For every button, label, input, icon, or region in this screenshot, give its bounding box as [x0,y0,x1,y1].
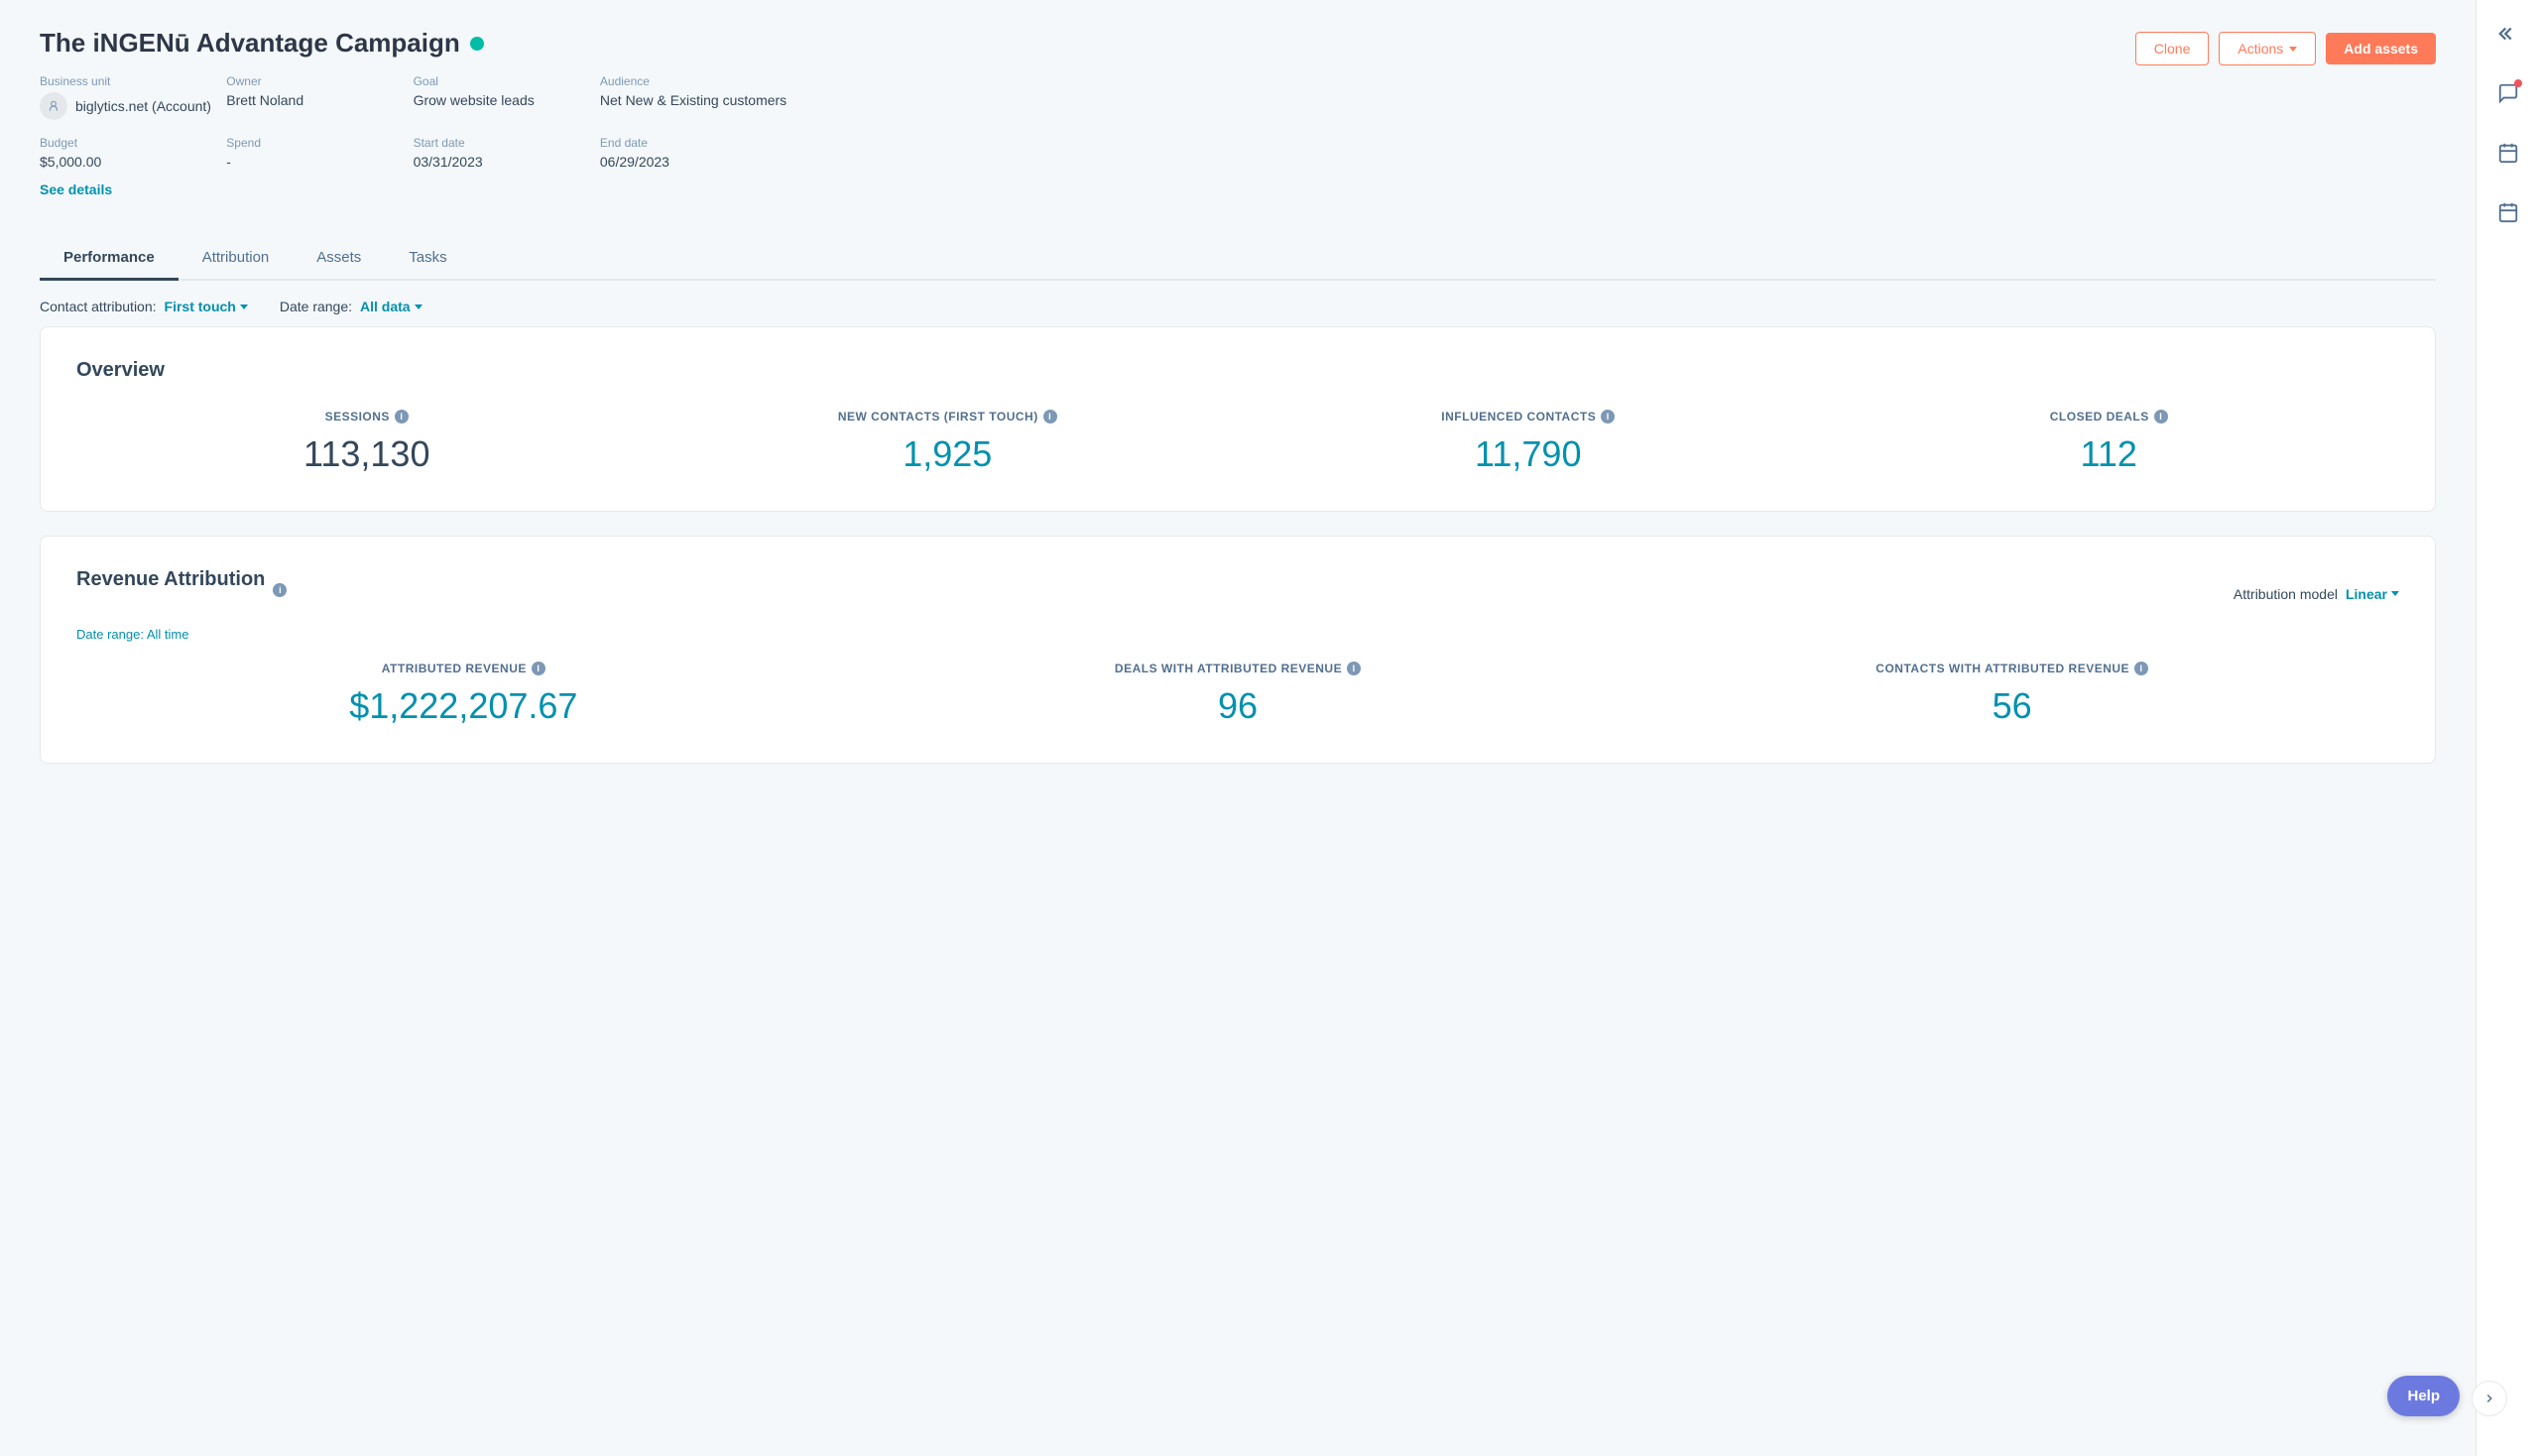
new-contacts-stat: NEW CONTACTS (FIRST TOUCH) i 1,925 [658,410,1239,475]
tab-tasks[interactable]: Tasks [385,237,470,281]
new-contacts-info-icon[interactable]: i [1043,410,1057,424]
tab-attribution[interactable]: Attribution [179,237,294,281]
clone-button[interactable]: Clone [2135,32,2210,65]
budget-value: $5,000.00 [40,154,226,170]
business-unit-label: Business unit [40,74,226,88]
calendar-icon[interactable] [2490,135,2526,171]
actions-button[interactable]: Actions [2219,32,2316,65]
date-range-label: Date range: [280,299,352,314]
owner-label: Owner [226,74,413,88]
contacts-attributed-revenue-label: CONTACTS WITH ATTRIBUTED REVENUE [1875,662,2129,675]
all-data-caret-icon [415,304,423,309]
collapse-icon[interactable] [2490,16,2526,52]
attributed-revenue-info-icon[interactable]: i [532,662,545,675]
next-arrow-button[interactable] [2472,1381,2507,1416]
goal-label: Goal [414,74,600,88]
attribution-model-dropdown[interactable]: Linear [2346,586,2399,602]
influenced-contacts-stat: INFLUENCED CONTACTS i 11,790 [1238,410,1819,475]
overview-title: Overview [76,359,2399,382]
influenced-contacts-value: 11,790 [1238,433,1819,475]
closed-deals-label: CLOSED DEALS [2050,410,2149,424]
tab-bar: Performance Attribution Assets Tasks [40,237,2436,281]
avatar [40,92,67,120]
deals-attributed-revenue-label: DEALS WITH ATTRIBUTED REVENUE [1115,662,1342,675]
tab-assets[interactable]: Assets [293,237,385,281]
sessions-stat: SESSIONS i 113,130 [76,410,658,475]
first-touch-dropdown[interactable]: First touch [165,299,248,314]
add-assets-button[interactable]: Add assets [2326,33,2436,64]
filter-bar: Contact attribution: First touch Date ra… [40,281,2436,326]
revenue-attribution-title: Revenue Attribution [76,568,265,591]
campaign-title: The iNGENū Advantage Campaign [40,28,460,59]
attribution-model-caret-icon [2391,591,2399,596]
deals-attributed-revenue-stat: DEALS WITH ATTRIBUTED REVENUE i 96 [851,662,1626,727]
attributed-revenue-value: $1,222,207.67 [76,685,851,727]
contacts-attributed-revenue-value: 56 [1625,685,2399,727]
influenced-contacts-info-icon[interactable]: i [1601,410,1615,424]
overview-stats-row: SESSIONS i 113,130 NEW CONTACTS (FIRST T… [76,410,2399,475]
audience-value: Net New & Existing customers [600,92,786,108]
first-touch-caret-icon [240,304,248,309]
start-date-value: 03/31/2023 [414,154,600,170]
sessions-label: SESSIONS [325,410,390,424]
sessions-info-icon[interactable]: i [395,410,409,424]
tab-performance[interactable]: Performance [40,237,179,281]
attribution-model-label: Attribution model [2234,586,2338,602]
start-date-label: Start date [414,136,600,150]
goal-value: Grow website leads [414,92,600,108]
deals-attributed-revenue-info-icon[interactable]: i [1347,662,1361,675]
contacts-attributed-revenue-stat: CONTACTS WITH ATTRIBUTED REVENUE i 56 [1625,662,2399,727]
end-date-label: End date [600,136,786,150]
spend-label: Spend [226,136,413,150]
sessions-value: 113,130 [76,433,658,475]
owner-value: Brett Noland [226,92,413,108]
revenue-date-range: Date range: All time [76,627,2399,642]
closed-deals-stat: CLOSED DEALS i 112 [1819,410,2400,475]
revenue-attribution-card: Revenue Attribution i Attribution model … [40,536,2436,764]
contacts-attributed-revenue-info-icon[interactable]: i [2134,662,2148,675]
see-details-link[interactable]: See details [40,182,112,197]
right-sidebar [2476,0,2539,1456]
closed-deals-info-icon[interactable]: i [2154,410,2168,424]
status-indicator [470,37,484,51]
attributed-revenue-stat: ATTRIBUTED REVENUE i $1,222,207.67 [76,662,851,727]
deals-attributed-revenue-value: 96 [851,685,1626,727]
new-contacts-value: 1,925 [658,433,1239,475]
attributed-revenue-label: ATTRIBUTED REVENUE [382,662,527,675]
influenced-contacts-label: INFLUENCED CONTACTS [1441,410,1596,424]
contact-attribution-label: Contact attribution: [40,299,157,314]
overview-card: Overview SESSIONS i 113,130 NEW CONTACTS… [40,326,2436,512]
new-contacts-label: NEW CONTACTS (FIRST TOUCH) [838,410,1038,424]
budget-label: Budget [40,136,226,150]
closed-deals-value: 112 [1819,433,2400,475]
audience-label: Audience [600,74,786,88]
calendar2-icon[interactable] [2490,194,2526,230]
help-button[interactable]: Help [2387,1376,2460,1416]
business-unit-value: biglytics.net (Account) [75,98,211,114]
spend-value: - [226,154,413,170]
revenue-stats-row: ATTRIBUTED REVENUE i $1,222,207.67 DEALS… [76,662,2399,727]
all-data-dropdown[interactable]: All data [360,299,423,314]
chat-icon[interactable] [2490,75,2526,111]
end-date-value: 06/29/2023 [600,154,786,170]
actions-caret-icon [2289,47,2297,52]
revenue-attribution-info-icon[interactable]: i [273,583,287,597]
